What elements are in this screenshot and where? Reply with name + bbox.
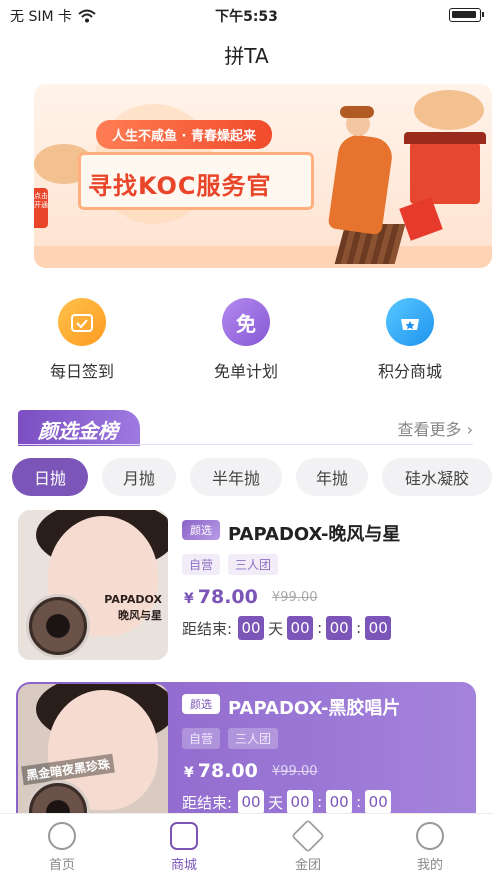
quick-action-points-mall[interactable]: 积分商城 bbox=[350, 298, 470, 382]
banner-ground bbox=[34, 246, 492, 268]
countdown-seconds: 00 bbox=[365, 616, 392, 640]
countdown-days: 00 bbox=[238, 790, 265, 814]
tab-silicone-hydrogel[interactable]: 硅水凝胶 bbox=[382, 458, 492, 496]
status-bar: 无 SIM 卡 下午5:53 bbox=[0, 0, 493, 30]
planet-icon bbox=[48, 822, 76, 850]
quick-action-label: 每日签到 bbox=[49, 362, 114, 381]
product-name: PAPADOX-晚风与星 bbox=[228, 524, 401, 545]
see-more-link[interactable]: 查看更多 › bbox=[398, 416, 474, 440]
product-price: ¥78.00 bbox=[184, 760, 258, 782]
thumb-brand: PAPADOX 晚风与星 bbox=[104, 593, 162, 622]
cube-icon bbox=[291, 819, 325, 853]
temple-decoration bbox=[404, 132, 486, 204]
quick-action-label: 积分商城 bbox=[377, 362, 442, 381]
countdown-hours: 00 bbox=[287, 790, 314, 814]
page-title: 拼TA bbox=[224, 44, 269, 68]
tag-chip: 自营 bbox=[182, 554, 221, 575]
product-image: 黑金暗夜黑珍珠 bbox=[18, 684, 168, 834]
smiley-icon bbox=[416, 822, 444, 850]
tag-chip: 三人团 bbox=[228, 554, 279, 575]
banner-tagline: 人生不咸鱼 · 青春燥起来 bbox=[96, 120, 272, 149]
tag-chip: 三人团 bbox=[228, 728, 279, 749]
tabbar-home[interactable]: 首页 bbox=[22, 822, 102, 873]
countdown-minutes: 00 bbox=[326, 616, 353, 640]
figure-hat bbox=[340, 106, 374, 118]
countdown-hours: 00 bbox=[287, 616, 314, 640]
pick-badge: 颜选 bbox=[182, 694, 220, 714]
product-price: ¥78.00 bbox=[184, 586, 258, 608]
product-card[interactable]: PAPADOX 晚风与星 颜选 PAPADOX-晚风与星 自营 三人团 ¥78.… bbox=[16, 508, 476, 662]
countdown: 距结束: 00 天 00 : 00 : 00 bbox=[182, 616, 392, 640]
countdown-label: 距结束: bbox=[182, 619, 233, 638]
shop-bag-icon bbox=[170, 822, 198, 850]
section-divider bbox=[18, 444, 473, 445]
battery-icon bbox=[449, 8, 484, 22]
original-price: ¥99.00 bbox=[272, 764, 318, 779]
tab-yearly[interactable]: 年抛 bbox=[296, 458, 368, 496]
countdown-minutes: 00 bbox=[326, 790, 353, 814]
countdown-seconds: 00 bbox=[365, 790, 392, 814]
tree-decoration bbox=[414, 90, 484, 130]
clock: 下午5:53 bbox=[215, 9, 278, 25]
pick-badge: 颜选 bbox=[182, 520, 220, 540]
quick-action-free-plan[interactable]: 免 免单计划 bbox=[186, 298, 306, 382]
section-title: 颜选金榜 bbox=[18, 410, 140, 446]
tag-chip: 自营 bbox=[182, 728, 221, 749]
product-image: PAPADOX 晚风与星 bbox=[18, 510, 168, 660]
promo-banner[interactable]: 人生不咸鱼 · 青春燥起来 寻找KOC服务官 点击开通 bbox=[34, 84, 492, 268]
countdown-label: 距结束: bbox=[182, 793, 233, 812]
shopping-basket-icon bbox=[386, 298, 434, 346]
banner-headline: 寻找KOC服务官 bbox=[88, 172, 272, 200]
quick-action-label: 免单计划 bbox=[213, 362, 278, 381]
tabbar-mall[interactable]: 商城 bbox=[144, 822, 224, 873]
product-name: PAPADOX-黑胶唱片 bbox=[228, 698, 401, 719]
tabbar-mine[interactable]: 我的 bbox=[390, 822, 470, 873]
original-price: ¥99.00 bbox=[272, 590, 318, 605]
banner-side-tab[interactable]: 点击开通 bbox=[34, 188, 48, 228]
tab-daily[interactable]: 日抛 bbox=[12, 458, 88, 496]
countdown: 距结束: 00 天 00 : 00 : 00 bbox=[182, 790, 392, 814]
countdown-days: 00 bbox=[238, 616, 265, 640]
calendar-check-icon bbox=[58, 298, 106, 346]
tabbar-gold-group[interactable]: 金团 bbox=[268, 819, 348, 873]
quick-action-daily-checkin[interactable]: 每日签到 bbox=[22, 298, 142, 382]
bottom-tab-bar: 首页 商城 金团 我的 bbox=[0, 813, 493, 879]
tab-monthly[interactable]: 月抛 bbox=[102, 458, 176, 496]
walking-figure bbox=[327, 132, 395, 236]
contact-lens-image bbox=[26, 594, 90, 658]
tab-half-year[interactable]: 半年抛 bbox=[190, 458, 282, 496]
free-icon: 免 bbox=[222, 298, 270, 346]
